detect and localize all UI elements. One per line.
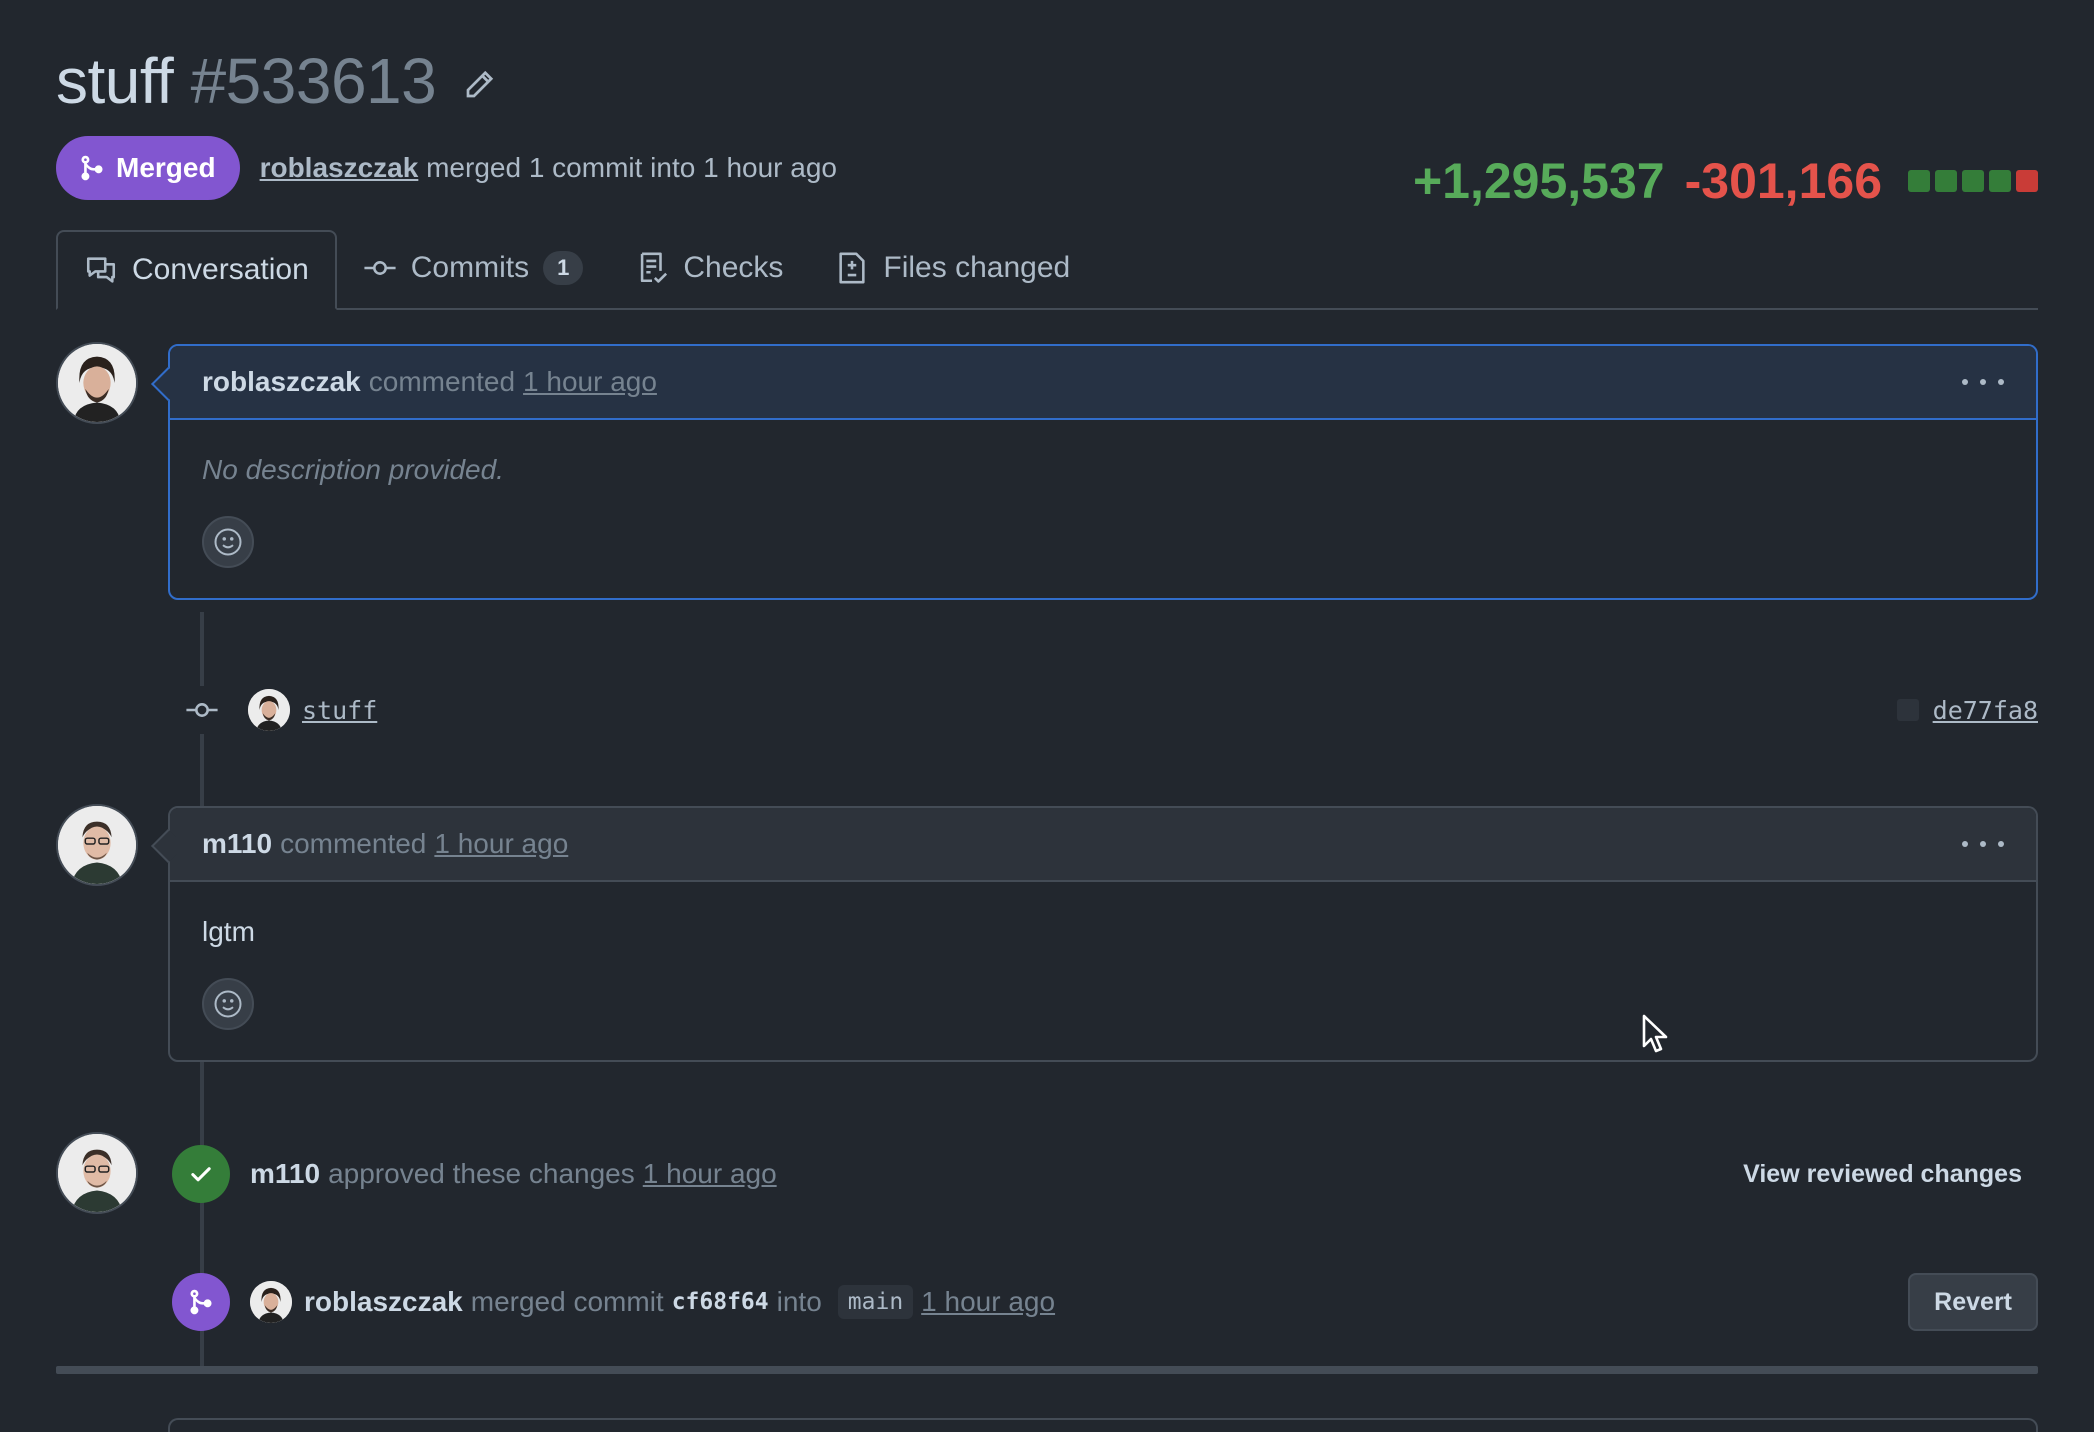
timeline-divider (56, 1366, 2038, 1374)
tab-label: Commits (410, 251, 530, 284)
comment-verb: commented (368, 366, 516, 397)
review-timestamp[interactable]: 1 hour ago (643, 1158, 777, 1190)
diffstat-block (1908, 170, 1930, 192)
add-reaction-button[interactable] (202, 516, 254, 568)
comment-body: lgtm (170, 882, 2036, 1060)
author-link[interactable]: roblaszczak (260, 152, 419, 183)
merge-into-text: into (776, 1286, 822, 1317)
comment-discussion-icon (86, 257, 116, 283)
revert-button[interactable]: Revert (1908, 1273, 2038, 1331)
git-commit-icon (364, 261, 396, 275)
merged-node (172, 1273, 230, 1331)
pr-meta-text: roblaszczak merged 1 commit into 1 hour … (260, 152, 837, 184)
commit-event: stuff de77fa8 (178, 680, 2038, 740)
commit-message-link[interactable]: stuff (302, 696, 377, 725)
merge-event: roblaszczak merged commit cf68f64 into m… (172, 1272, 2038, 1332)
view-reviewed-changes-link[interactable]: View reviewed changes (1743, 1160, 2038, 1189)
diffstat: +1,295,537 -301,166 (1413, 152, 2038, 210)
merge-commit-sha[interactable]: cf68f64 (672, 1289, 769, 1315)
tab-files-changed[interactable]: Files changed (809, 228, 1096, 308)
review-verb: approved these changes (328, 1158, 635, 1189)
commit-sha-link[interactable]: de77fa8 (1896, 696, 2038, 725)
pr-meta-row: Merged roblaszczak merged 1 commit into … (56, 136, 837, 200)
user-photo-icon (58, 1134, 136, 1212)
user-photo-icon (248, 689, 290, 731)
status-badge-label: Merged (116, 152, 216, 183)
tab-label: Files changed (883, 251, 1071, 284)
comment-text: No description provided. (202, 454, 504, 485)
avatar[interactable] (56, 804, 138, 886)
additions-count: +1,295,537 (1412, 153, 1665, 209)
review-event: m110 approved these changes 1 hour ago V… (172, 1144, 2038, 1204)
merge-author[interactable]: roblaszczak (304, 1286, 463, 1318)
check-icon (191, 1167, 211, 1182)
review-author[interactable]: m110 (250, 1158, 320, 1190)
file-diff-icon (839, 252, 866, 284)
diffstat-block (1962, 170, 1984, 192)
pr-title-row: stuff #533613 (56, 44, 498, 118)
pr-tabs: Conversation Commits 1 Checks Files chan… (56, 230, 2038, 310)
smiley-icon (214, 990, 242, 1018)
user-photo-icon (58, 344, 136, 422)
git-merge-icon (81, 155, 103, 181)
comment-author[interactable]: roblaszczak (202, 366, 361, 398)
merge-verb: merged commit (470, 1286, 664, 1317)
avatar[interactable] (56, 342, 138, 424)
diffstat-block (1989, 170, 2011, 192)
git-commit-icon (186, 703, 218, 717)
comment-verb: commented (280, 828, 427, 859)
pr-number: #533613 (190, 45, 437, 117)
comment-header: m110 commented 1 hour ago (170, 808, 2036, 882)
comment-card: m110 commented 1 hour ago lgtm (151, 806, 2038, 1062)
kebab-menu-icon[interactable] (1962, 368, 2004, 396)
pr-title-text: stuff (56, 45, 174, 117)
tab-label: Checks (683, 251, 784, 284)
user-photo-icon (250, 1281, 292, 1323)
avatar[interactable] (248, 689, 290, 731)
page-title: stuff #533613 (56, 44, 437, 118)
diffstat-block (1935, 170, 1957, 192)
kebab-menu-icon[interactable] (1962, 830, 2004, 858)
checklist-icon (641, 252, 668, 283)
avatar[interactable] (56, 1132, 138, 1214)
comment-timestamp[interactable]: 1 hour ago (434, 828, 568, 860)
diffstat-block (2016, 170, 2038, 192)
diffstat-bars (1908, 170, 2038, 192)
tab-checks[interactable]: Checks (609, 228, 809, 308)
add-reaction-button[interactable] (202, 978, 254, 1030)
commit-status-icon (1896, 699, 1919, 721)
status-badge: Merged (56, 136, 240, 200)
merge-summary: merged 1 commit into 1 hour ago (426, 152, 837, 183)
next-comment-box (168, 1418, 2038, 1432)
pencil-icon[interactable] (462, 66, 498, 102)
commit-sha-text[interactable]: de77fa8 (1933, 696, 2038, 725)
avatar[interactable] (250, 1281, 292, 1323)
comment-timestamp[interactable]: 1 hour ago (523, 366, 657, 398)
deletions-count: -301,166 (1684, 153, 1882, 209)
tab-conversation[interactable]: Conversation (56, 230, 337, 310)
merge-timestamp[interactable]: 1 hour ago (921, 1286, 1055, 1318)
commits-counter: 1 (543, 251, 584, 285)
user-photo-icon (58, 806, 136, 884)
comment-body: No description provided. (170, 420, 2036, 598)
comment-header: roblaszczak commented 1 hour ago (170, 346, 2036, 420)
tab-commits[interactable]: Commits 1 (337, 228, 610, 308)
tab-label: Conversation (132, 253, 309, 286)
comment-author[interactable]: m110 (202, 828, 272, 860)
branch-label[interactable]: main (837, 1285, 914, 1319)
comment-card: roblaszczak commented 1 hour ago No desc… (151, 344, 2038, 600)
approved-node (172, 1145, 230, 1203)
comment-text: lgtm (202, 916, 255, 947)
commit-node (178, 686, 226, 734)
git-merge-icon (190, 1289, 212, 1315)
smiley-icon (214, 528, 242, 556)
mouse-cursor-icon (1642, 1014, 1668, 1053)
